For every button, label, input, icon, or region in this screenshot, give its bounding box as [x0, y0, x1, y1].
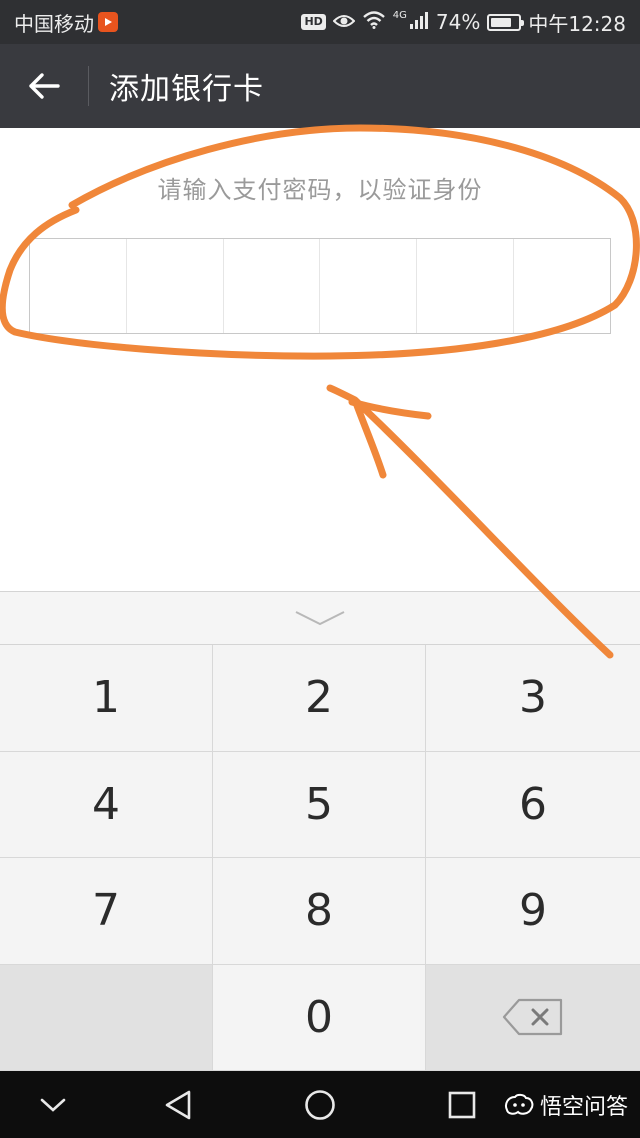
nav-home-button[interactable]: [285, 1071, 355, 1138]
back-button[interactable]: [0, 44, 88, 128]
watermark-text: 悟空问答: [539, 1095, 628, 1120]
keypad-blank: [0, 964, 213, 1071]
wukong-logo-icon: [504, 1093, 534, 1115]
back-triangle-icon: [165, 1090, 191, 1119]
pin-cell: [30, 239, 127, 333]
pin-cell: [514, 239, 610, 333]
screen: 中国移动 HD 4G 74% 中午12:28 添加银行卡 请输入支付密码，以验证…: [0, 0, 640, 1138]
wifi-icon: [362, 10, 386, 34]
recents-square-icon: [448, 1091, 476, 1118]
chevron-down-icon: [295, 611, 345, 626]
eye-icon: [332, 10, 356, 34]
status-bar: 中国移动 HD 4G 74% 中午12:28: [0, 0, 640, 44]
pin-cell: [224, 239, 321, 333]
page-title: 添加银行卡: [109, 72, 264, 107]
keypad-key-3[interactable]: 3: [426, 645, 640, 752]
numeric-keypad: 123 456 7890: [0, 591, 640, 1071]
hd-icon: HD: [301, 14, 326, 30]
carrier-name: 中国移动: [14, 11, 94, 36]
pin-cell: [417, 239, 515, 333]
clock: 中午12:28: [528, 11, 626, 36]
keypad-key-7[interactable]: 7: [0, 858, 213, 965]
carrier-group: 中国移动: [14, 8, 118, 37]
nav-hide-button[interactable]: [18, 1071, 88, 1138]
pin-input[interactable]: [29, 238, 611, 334]
pin-cell: [127, 239, 224, 333]
home-circle-icon: [305, 1089, 335, 1120]
password-prompt: 请输入支付密码，以验证身份: [157, 176, 483, 204]
keypad-key-2[interactable]: 2: [213, 645, 426, 752]
battery-percent: 74%: [435, 10, 481, 34]
video-app-icon: [98, 12, 118, 32]
battery-fill: [491, 17, 511, 27]
keypad-key-1[interactable]: 1: [0, 645, 213, 752]
watermark: 悟空问答: [504, 1089, 628, 1121]
key-grid: 123 456 7890: [0, 645, 640, 1071]
pin-cell: [320, 239, 418, 333]
keypad-delete-button[interactable]: [426, 964, 640, 1071]
app-bar: 添加银行卡: [0, 44, 640, 128]
network-type: 4G: [392, 9, 407, 21]
keypad-key-4[interactable]: 4: [0, 751, 213, 858]
keypad-key-9[interactable]: 9: [426, 858, 640, 965]
nav-recents-button[interactable]: [427, 1071, 497, 1138]
battery-icon: [487, 13, 525, 31]
keypad-key-0[interactable]: 0: [213, 964, 426, 1071]
chevron-down-icon: [40, 1098, 66, 1112]
keypad-collapse-button[interactable]: [0, 591, 640, 645]
keypad-key-6[interactable]: 6: [426, 751, 640, 858]
nav-back-button[interactable]: [143, 1071, 213, 1138]
signal-icon: [409, 10, 429, 34]
status-icons: HD 4G 74% 中午12:28: [301, 8, 626, 37]
arrow-left-icon: [29, 73, 60, 99]
backspace-icon: [502, 999, 563, 1036]
keypad-key-5[interactable]: 5: [213, 751, 426, 858]
keypad-key-8[interactable]: 8: [213, 858, 426, 965]
system-nav-bar: 悟空问答: [0, 1071, 640, 1138]
